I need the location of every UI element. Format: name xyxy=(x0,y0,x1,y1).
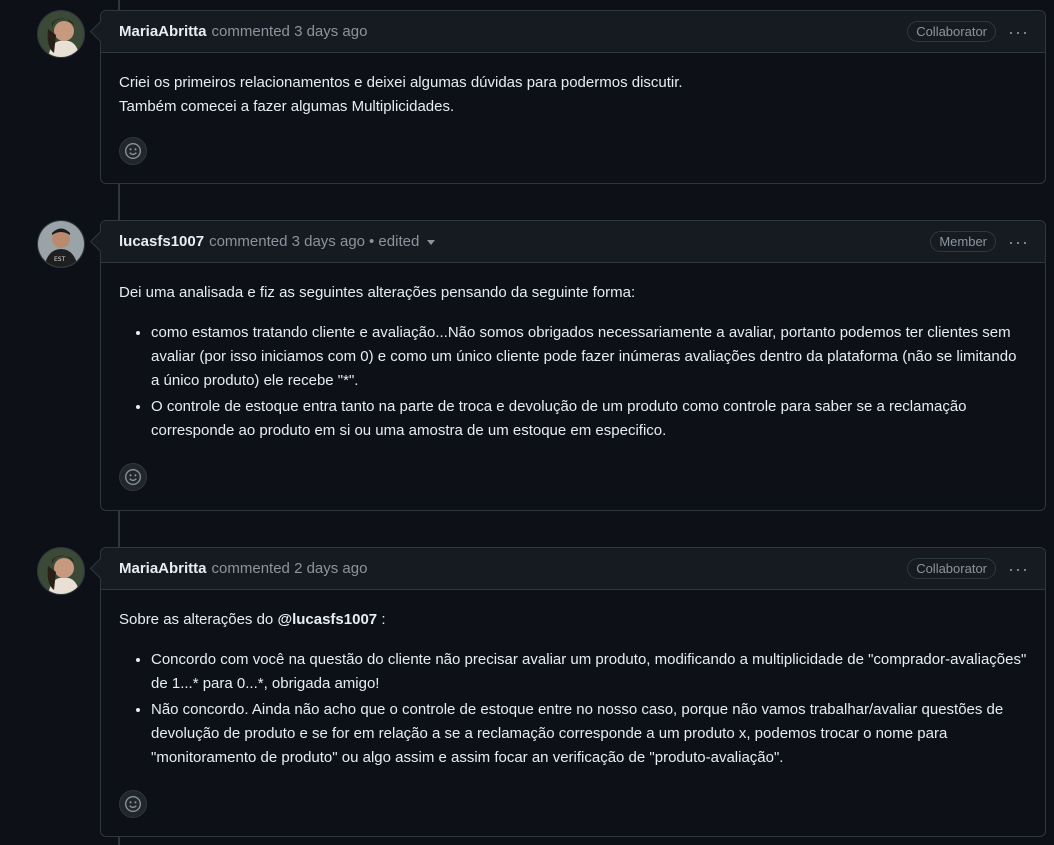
edited-dropdown[interactable]: • edited xyxy=(369,233,436,250)
comment-timestamp[interactable]: commented 3 days ago xyxy=(212,23,368,40)
comment-header: MariaAbritta commented 3 days ago Collab… xyxy=(101,11,1045,53)
comment-paragraph: Criei os primeiros relacionamentos e dei… xyxy=(119,74,683,91)
comment-box: MariaAbritta commented 2 days ago Collab… xyxy=(89,547,1046,837)
list-item: Não concordo. Ainda não acho que o contr… xyxy=(151,698,1027,770)
comment-header: MariaAbritta commented 2 days ago Collab… xyxy=(101,548,1045,590)
user-mention[interactable]: @lucasfs1007 xyxy=(277,611,377,628)
comment-paragraph: Sobre as alterações do @lucasfs1007 : xyxy=(119,608,1027,632)
author-link[interactable]: lucasfs1007 xyxy=(119,233,204,250)
avatar[interactable] xyxy=(37,10,85,58)
list-item: como estamos tratando cliente e avaliaçã… xyxy=(151,321,1027,393)
bullet-list: como estamos tratando cliente e avaliaçã… xyxy=(119,321,1027,443)
comment-paragraph: Dei uma analisada e fiz as seguintes alt… xyxy=(119,284,636,301)
role-badge: Collaborator xyxy=(907,558,997,579)
comment-paragraph: Também comecei a fazer algumas Multiplic… xyxy=(119,98,455,115)
comment-header: lucasfs1007 commented 3 days ago • edite… xyxy=(101,221,1045,263)
role-badge: Collaborator xyxy=(907,21,997,42)
kebab-horizontal-icon[interactable]: ··· xyxy=(1008,23,1029,41)
list-item: O controle de estoque entra tanto na par… xyxy=(151,395,1027,443)
author-link[interactable]: MariaAbritta xyxy=(119,560,207,577)
smiley-icon[interactable] xyxy=(119,790,147,818)
comment-body: Criei os primeiros relacionamentos e dei… xyxy=(101,53,1045,119)
role-badge: Member xyxy=(930,231,997,252)
author-link[interactable]: MariaAbritta xyxy=(119,23,207,40)
kebab-horizontal-icon[interactable]: ··· xyxy=(1008,233,1029,251)
smiley-icon[interactable] xyxy=(119,137,147,165)
kebab-horizontal-icon[interactable]: ··· xyxy=(1008,560,1029,578)
bullet-list: Concordo com você na questão do cliente … xyxy=(119,648,1027,770)
comment-box: lucasfs1007 commented 3 days ago • edite… xyxy=(89,220,1046,511)
edited-label: • edited xyxy=(369,233,420,250)
smiley-icon[interactable] xyxy=(119,463,147,491)
comment-timestamp[interactable]: commented 2 days ago xyxy=(212,560,368,577)
comment-body: Dei uma analisada e fiz as seguintes alt… xyxy=(101,263,1045,443)
svg-text:EST: EST xyxy=(54,256,66,263)
comment-body: Sobre as alterações do @lucasfs1007 : Co… xyxy=(101,590,1045,770)
avatar[interactable] xyxy=(37,547,85,595)
intro-suffix: : xyxy=(381,611,386,628)
intro-text: Sobre as alterações do xyxy=(119,611,274,628)
chevron-down-icon xyxy=(427,240,436,245)
list-item: Concordo com você na questão do cliente … xyxy=(151,648,1027,696)
avatar[interactable]: EST xyxy=(37,220,85,268)
comment-box: MariaAbritta commented 3 days ago Collab… xyxy=(89,10,1046,184)
comment-timestamp[interactable]: commented 3 days ago xyxy=(209,233,365,250)
